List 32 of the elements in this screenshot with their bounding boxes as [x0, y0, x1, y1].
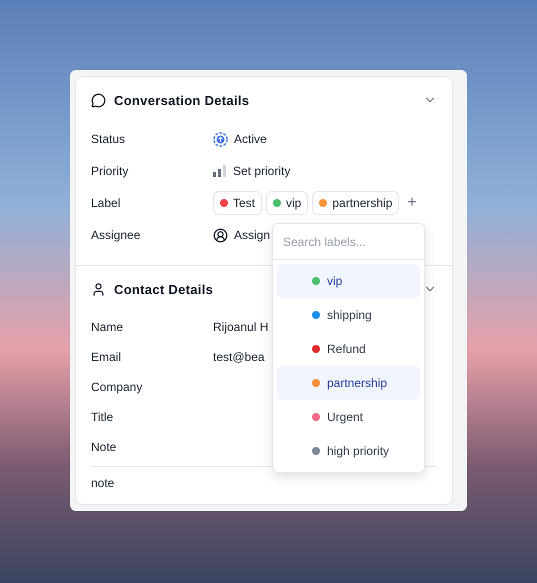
- label-chip[interactable]: Test: [213, 191, 262, 215]
- signal-bars-icon: [213, 165, 227, 177]
- chat-bubble-icon: [91, 92, 106, 108]
- label-chip[interactable]: partnership: [312, 191, 400, 215]
- field-label: Name: [91, 320, 124, 334]
- field-label: Priority: [91, 164, 130, 178]
- field-label: Title: [91, 410, 114, 424]
- field-value: test@bea: [213, 350, 265, 364]
- field-label: Email: [91, 350, 122, 364]
- field-label: Label: [91, 196, 122, 210]
- field-label: Status: [91, 132, 126, 146]
- priority-value[interactable]: Set priority: [233, 164, 290, 178]
- label-option[interactable]: vip: [277, 264, 420, 298]
- user-circle-icon: [213, 228, 228, 242]
- field-label: Assignee: [91, 228, 142, 242]
- search-field[interactable]: Search labels...: [273, 224, 424, 260]
- assignee-value[interactable]: Assign: [234, 228, 270, 242]
- label-option[interactable]: Urgent: [277, 400, 420, 434]
- section-title: Conversation Details: [114, 92, 250, 108]
- field-value: Rijoanul H: [213, 320, 268, 334]
- section-title: Contact Details: [114, 282, 214, 296]
- status-value[interactable]: Active: [234, 132, 267, 146]
- label-chip[interactable]: vip: [266, 191, 308, 215]
- label-option[interactable]: partnership: [277, 366, 420, 400]
- person-icon: [91, 282, 106, 296]
- label-option[interactable]: Refund: [277, 332, 420, 366]
- add-label-button[interactable]: +: [407, 194, 417, 212]
- label-option[interactable]: shipping: [277, 298, 420, 332]
- field-label: Company: [91, 380, 144, 394]
- field-label: Note: [91, 440, 118, 454]
- note-text: note: [91, 476, 114, 490]
- label-option[interactable]: high priority: [277, 434, 420, 468]
